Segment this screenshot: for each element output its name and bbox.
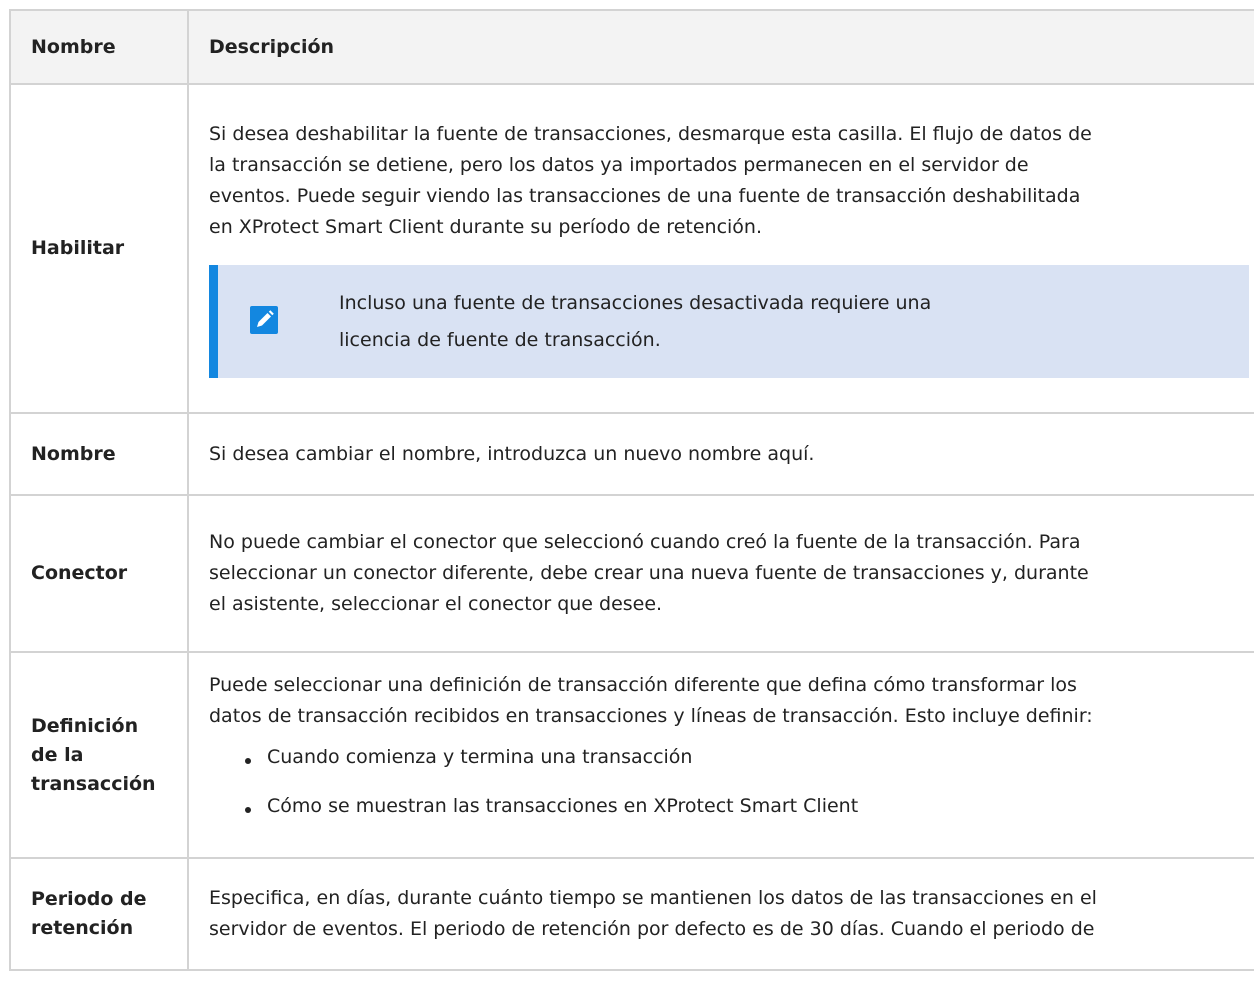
table-header-row: Nombre Descripción	[9, 9, 1254, 85]
property-description-conector: No puede cambiar el conector que selecci…	[187, 494, 1254, 653]
property-description-habilitar: Si desea deshabilitar la fuente de trans…	[187, 83, 1254, 414]
table-row: Habilitar Si desea deshabilitar la fuent…	[9, 83, 1254, 414]
description-line: Si desea cambiar el nombre, introduzca u…	[209, 442, 815, 465]
description-line: la transacción se detiene, pero los dato…	[209, 154, 1029, 176]
description-line: datos de transacción recibidos en transa…	[209, 705, 1093, 727]
bullet-item: Cuando comienza y termina una transacció…	[209, 742, 1254, 773]
table-row: Periodo de retención Especifica, en días…	[9, 857, 1254, 971]
note-line: licencia de fuente de transacción.	[339, 329, 661, 351]
description-line: en XProtect Smart Client durante su perí…	[209, 216, 762, 238]
property-name-nombre: Nombre	[9, 412, 189, 496]
description-line: el asistente, seleccionar el conector qu…	[209, 593, 663, 615]
table-row: Definición de la transacción Puede selec…	[9, 651, 1254, 859]
name-line: Definición	[31, 714, 139, 737]
name-line: retención	[31, 917, 134, 939]
property-name-conector: Conector	[9, 494, 189, 653]
description-line: No puede cambiar el conector que selecci…	[209, 531, 1081, 553]
property-name-definicion: Definición de la transacción	[9, 651, 189, 859]
bullet-item: Cómo se muestran las transacciones en XP…	[209, 791, 1254, 822]
note-text: Incluso una fuente de transacciones desa…	[339, 285, 931, 359]
property-description-nombre: Si desea cambiar el nombre, introduzca u…	[187, 412, 1254, 496]
description-line: Puede seleccionar una definición de tran…	[209, 674, 1077, 696]
description-line: Si desea deshabilitar la fuente de trans…	[209, 123, 1092, 145]
pencil-note-icon	[250, 306, 278, 334]
bullet-list: Cuando comienza y termina una transacció…	[209, 742, 1254, 822]
property-description-definicion: Puede seleccionar una definición de tran…	[187, 651, 1254, 859]
note-callout: Incluso una fuente de transacciones desa…	[209, 265, 1249, 378]
note-line: Incluso una fuente de transacciones desa…	[339, 292, 932, 314]
name-line: Periodo de	[31, 888, 147, 910]
column-header-name: Nombre	[9, 9, 189, 85]
properties-table: Nombre Descripción Habilitar Si desea de…	[9, 9, 1254, 971]
property-name-periodo: Periodo de retención	[9, 857, 189, 971]
table-row: Conector No puede cambiar el conector qu…	[9, 494, 1254, 653]
table-row: Nombre Si desea cambiar el nombre, intro…	[9, 412, 1254, 496]
description-line: seleccionar un conector diferente, debe …	[209, 562, 1089, 584]
name-line: de la	[31, 743, 84, 766]
name-line: transacción	[31, 772, 156, 795]
property-description-periodo: Especifica, en días, durante cuánto tiem…	[187, 857, 1254, 971]
description-line: eventos. Puede seguir viendo las transac…	[209, 185, 1081, 207]
property-name-habilitar: Habilitar	[9, 83, 189, 414]
description-line: servidor de eventos. El periodo de reten…	[209, 918, 1095, 940]
column-header-description: Descripción	[187, 9, 1254, 85]
description-line: Especifica, en días, durante cuánto tiem…	[209, 887, 1097, 909]
